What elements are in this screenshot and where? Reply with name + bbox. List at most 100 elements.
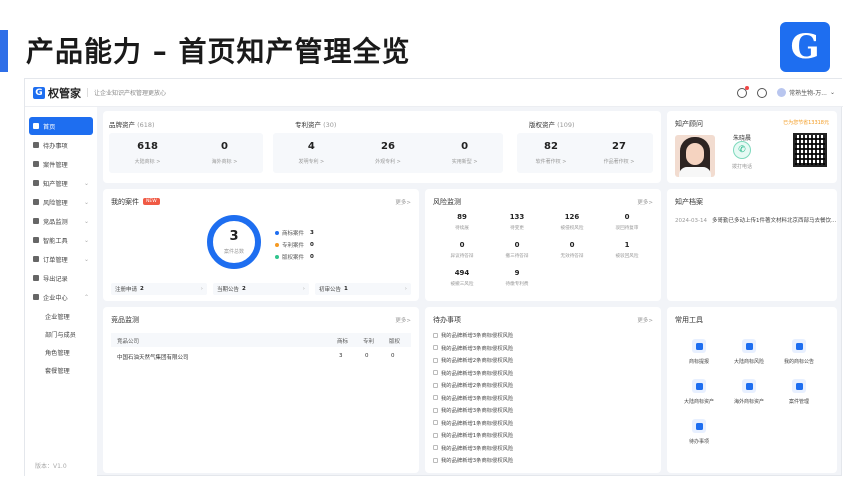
sidebar-item[interactable]: 风险管理 ⌄ bbox=[29, 193, 93, 211]
tool-shortcut[interactable]: 大陆商标风险 bbox=[729, 339, 769, 365]
risk-metric[interactable]: 0 撤三待答辩 bbox=[492, 241, 542, 259]
tool-shortcut[interactable]: 我的商标公告 bbox=[779, 339, 819, 365]
todo-text: 我的品牌新增1条商标侵权风险 bbox=[441, 433, 514, 439]
todo-checkbox[interactable] bbox=[433, 382, 438, 388]
case-status-strip[interactable]: 注册申请 2 › bbox=[111, 283, 207, 295]
table-row[interactable]: 中国石油天然气集团有限公司 3 0 0 bbox=[111, 349, 411, 363]
sidebar-item-label: 待办事项 bbox=[43, 142, 68, 150]
asset-stat[interactable]: 0 实用新型 > bbox=[426, 133, 503, 173]
asset-stat[interactable]: 618 大陆商标 > bbox=[109, 133, 186, 173]
tool-shortcut[interactable]: 海外商标资产 bbox=[729, 379, 769, 405]
todo-item[interactable]: 我的品牌新增3条商标侵权风险 bbox=[433, 394, 513, 402]
sidebar-subitem[interactable]: 企业管理 bbox=[25, 307, 97, 325]
case-total: 3 bbox=[229, 229, 239, 244]
chevron-right-icon: › bbox=[302, 286, 305, 292]
tool-shortcut[interactable]: 商标提报 bbox=[679, 339, 719, 365]
todo-item[interactable]: 我的品牌新增3条商标侵权风险 bbox=[433, 369, 513, 377]
todo-checkbox[interactable] bbox=[433, 445, 438, 450]
tool-shortcut[interactable]: 待办事项 bbox=[679, 419, 719, 445]
todo-text: 我的品牌新增1条商标侵权风险 bbox=[441, 420, 514, 427]
chevron-down-icon: ⌄ bbox=[829, 89, 835, 96]
tool-shortcut[interactable]: 大陆商标资产 bbox=[679, 379, 719, 405]
todo-item[interactable]: 我的品牌新增3条商标侵权风险 bbox=[433, 331, 513, 339]
user-menu[interactable]: 常熟生物-万... ⌄ bbox=[777, 88, 835, 97]
case-legend-item: 商标案件 3 bbox=[275, 229, 314, 237]
case-status-strip[interactable]: 当期公告 2 › bbox=[213, 283, 309, 295]
asset-stat-label: 实用新型 > bbox=[451, 159, 478, 165]
todo-checkbox[interactable] bbox=[433, 432, 438, 438]
asset-stat[interactable]: 82 软件著作权 > bbox=[517, 133, 585, 173]
todo-item[interactable]: 我的品牌新增1条商标侵权风险 bbox=[433, 419, 513, 427]
sidebar-item[interactable]: 待办事项 bbox=[29, 136, 93, 154]
todo-item[interactable]: 我的品牌新增3条商标侵权风险 bbox=[433, 344, 513, 352]
risk-metric[interactable]: 0 无效待答辩 bbox=[547, 241, 597, 259]
todo-checkbox[interactable] bbox=[433, 407, 438, 413]
order-icon bbox=[33, 256, 39, 262]
sidebar-subitem[interactable]: 角色管理 bbox=[25, 343, 97, 361]
tool-icon bbox=[692, 379, 706, 393]
sidebar-item-label: 导出记录 bbox=[43, 275, 68, 283]
sidebar-item[interactable]: 首页 bbox=[29, 117, 93, 135]
risk-metric-value: 126 bbox=[564, 213, 580, 221]
risk-metric[interactable]: 133 待变更 bbox=[492, 213, 542, 231]
archive-entry[interactable]: 2024-03-14 多哥勤已多动上传1件著文材料北京西部马去餐饮... bbox=[675, 216, 836, 224]
my-cases-more-link[interactable]: 更多> bbox=[395, 198, 411, 206]
slide-accent-bar bbox=[0, 30, 8, 72]
tool-shortcut[interactable]: 案件管理 bbox=[779, 379, 819, 405]
risk-more-link[interactable]: 更多> bbox=[637, 198, 653, 206]
todo-checkbox[interactable] bbox=[433, 345, 438, 350]
asset-stat-value: 26 bbox=[381, 141, 395, 152]
asset-stat[interactable]: 0 海外商标 > bbox=[186, 133, 263, 173]
todo-checkbox[interactable] bbox=[433, 457, 438, 463]
sidebar-item[interactable]: 企业中心 ⌃ bbox=[29, 288, 93, 306]
support-icon[interactable] bbox=[757, 87, 768, 98]
todo-checkbox[interactable] bbox=[433, 357, 438, 363]
todo-checkbox[interactable] bbox=[433, 370, 438, 375]
asset-stat[interactable]: 27 作品著作权 > bbox=[585, 133, 653, 173]
todo-checkbox[interactable] bbox=[433, 395, 438, 400]
risk-metric[interactable]: 9 待缴专利费 bbox=[492, 269, 542, 287]
risk-metric[interactable]: 89 待续展 bbox=[437, 213, 487, 231]
notification-bell-icon[interactable] bbox=[737, 85, 750, 98]
sidebar-item[interactable]: 案件管理 bbox=[29, 155, 93, 173]
todo-checkbox[interactable] bbox=[433, 420, 438, 425]
todo-more-link[interactable]: 更多> bbox=[637, 316, 653, 324]
todo-item[interactable]: 我的品牌新增2条商标侵权风险 bbox=[433, 381, 513, 389]
todo-item[interactable]: 我的品牌新增2条商标侵权风险 bbox=[433, 356, 513, 364]
sidebar-item-label: 案件管理 bbox=[43, 161, 68, 169]
tool-label: 大陆商标资产 bbox=[683, 399, 714, 405]
sidebar-subitem[interactable]: 套餐管理 bbox=[25, 361, 97, 379]
column-header: 竞品公司 bbox=[117, 339, 140, 345]
todo-item[interactable]: 我的品牌新增3条商标侵权风险 bbox=[433, 444, 513, 452]
risk-metric[interactable]: 494 被撤三风险 bbox=[437, 269, 487, 287]
sidebar-subitem[interactable]: 部门与成员 bbox=[25, 325, 97, 343]
competitor-more-link[interactable]: 更多> bbox=[395, 316, 411, 324]
sidebar-item-label: 风险管理 bbox=[43, 199, 68, 207]
asset-stat-value: 618 bbox=[137, 141, 158, 152]
sidebar-item[interactable]: 竞品监测 ⌄ bbox=[29, 212, 93, 230]
call-button[interactable]: 拨打电话 bbox=[721, 163, 763, 170]
todo-checkbox[interactable] bbox=[433, 332, 438, 338]
app-logo[interactable]: G 权管家 bbox=[33, 85, 81, 101]
todo-item[interactable]: 我的品牌新增1条商标侵权风险 bbox=[433, 431, 513, 439]
sidebar-item[interactable]: 订单管理 ⌄ bbox=[29, 250, 93, 268]
asset-stat[interactable]: 4 发明专利 > bbox=[273, 133, 350, 173]
sidebar-item[interactable]: 知产管理 ⌄ bbox=[29, 174, 93, 192]
qr-code bbox=[793, 133, 827, 167]
risk-metric[interactable]: 0 驳回待复审 bbox=[602, 213, 652, 231]
risk-metric[interactable]: 1 被驳回风险 bbox=[602, 241, 652, 259]
asset-stat[interactable]: 26 外观专利 > bbox=[350, 133, 427, 173]
copyright-stats-box: 82 软件著作权 > 27 作品著作权 > bbox=[517, 133, 653, 173]
risk-metric[interactable]: 126 被侵权风险 bbox=[547, 213, 597, 231]
asset-stat-label: 发明专利 > bbox=[298, 159, 325, 165]
sidebar-item[interactable]: 智能工具 ⌄ bbox=[29, 231, 93, 249]
todo-item[interactable]: 我的品牌新增3条商标侵权风险 bbox=[433, 406, 513, 414]
case-status-strip[interactable]: 初审公告 1 › bbox=[315, 283, 411, 295]
sidebar-item[interactable]: 导出记录 bbox=[29, 269, 93, 287]
version-label: 版本：V1.0 bbox=[35, 463, 67, 470]
todo-item[interactable]: 我的品牌新增3条商标侵权风险 bbox=[433, 456, 513, 464]
risk-metric-value: 9 bbox=[514, 269, 520, 277]
phone-icon[interactable]: ✆ bbox=[733, 141, 751, 159]
risk-metric[interactable]: 0 异议待答辩 bbox=[437, 241, 487, 259]
risk-title: 风险监测 bbox=[433, 198, 461, 206]
